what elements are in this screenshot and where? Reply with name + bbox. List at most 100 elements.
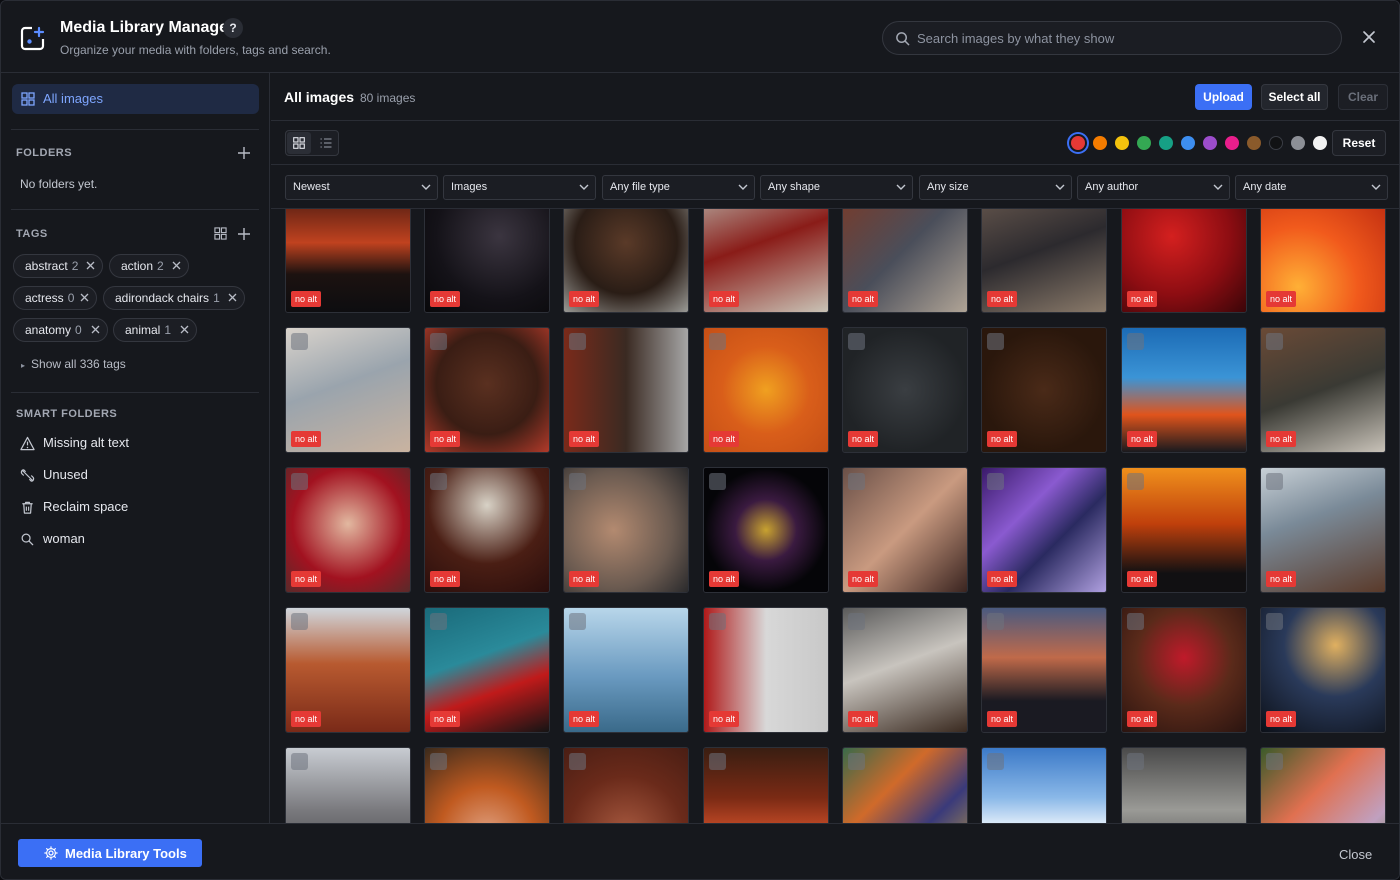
image-tile[interactable]: no alt [563, 327, 689, 453]
select-checkbox[interactable] [569, 333, 586, 350]
tag-grid-icon[interactable] [214, 227, 227, 240]
image-tile[interactable]: no alt [1121, 209, 1247, 313]
help-button[interactable]: ? [223, 18, 243, 38]
select-checkbox[interactable] [1127, 333, 1144, 350]
select-checkbox[interactable] [848, 473, 865, 490]
close-icon[interactable] [1359, 27, 1379, 47]
image-tile[interactable]: no alt [981, 607, 1107, 733]
image-tile[interactable]: no alt [424, 327, 550, 453]
reset-button[interactable]: Reset [1332, 130, 1386, 156]
color-swatch[interactable] [1247, 136, 1261, 150]
select-checkbox[interactable] [848, 613, 865, 630]
select-checkbox[interactable] [709, 333, 726, 350]
remove-tag-icon[interactable] [80, 293, 89, 302]
add-tag-icon[interactable] [237, 227, 251, 241]
list-view-button[interactable] [315, 132, 337, 154]
color-swatch[interactable] [1159, 136, 1173, 150]
smart-folder-unused[interactable]: Unused [20, 466, 250, 486]
remove-tag-icon[interactable] [86, 261, 95, 270]
select-checkbox[interactable] [987, 613, 1004, 630]
image-tile[interactable]: no alt [424, 607, 550, 733]
image-tile[interactable] [285, 747, 411, 823]
clear-button[interactable]: Clear [1338, 84, 1388, 110]
color-swatch[interactable] [1115, 136, 1129, 150]
image-tile[interactable] [1121, 747, 1247, 823]
select-checkbox[interactable] [430, 333, 447, 350]
image-tile[interactable]: no alt [1260, 467, 1386, 593]
image-tile[interactable]: no alt [1260, 607, 1386, 733]
image-tile[interactable]: no alt [842, 607, 968, 733]
add-folder-icon[interactable] [237, 146, 251, 160]
shape-select[interactable]: Any shape [760, 175, 913, 200]
image-tile[interactable]: no alt [1121, 607, 1247, 733]
smart-folder-missing-alt[interactable]: Missing alt text [20, 434, 250, 454]
image-tile[interactable]: no alt [424, 467, 550, 593]
tag-chip[interactable]: abstract 2 [13, 254, 103, 278]
image-tile[interactable]: no alt [424, 209, 550, 313]
color-swatch[interactable] [1269, 136, 1283, 150]
color-swatch[interactable] [1093, 136, 1107, 150]
image-tile[interactable] [981, 747, 1107, 823]
tag-chip[interactable]: action 2 [109, 254, 189, 278]
media-type-select[interactable]: Images [443, 175, 596, 200]
image-tile[interactable]: no alt [285, 607, 411, 733]
image-tile[interactable]: no alt [703, 327, 829, 453]
image-tile[interactable]: no alt [1260, 327, 1386, 453]
image-tile[interactable] [563, 747, 689, 823]
image-tile[interactable]: no alt [703, 467, 829, 593]
tag-chip[interactable]: anatomy 0 [13, 318, 108, 342]
image-tile[interactable] [842, 747, 968, 823]
select-checkbox[interactable] [291, 333, 308, 350]
color-swatch[interactable] [1181, 136, 1195, 150]
image-tile[interactable]: no alt [703, 209, 829, 313]
image-tile[interactable]: no alt [563, 209, 689, 313]
tag-chip[interactable]: actress 0 [13, 286, 97, 310]
image-tile[interactable] [424, 747, 550, 823]
select-checkbox[interactable] [569, 473, 586, 490]
select-checkbox[interactable] [291, 753, 308, 770]
remove-tag-icon[interactable] [172, 261, 181, 270]
select-checkbox[interactable] [709, 613, 726, 630]
smart-folder-reclaim-space[interactable]: Reclaim space [20, 498, 250, 518]
remove-tag-icon[interactable] [91, 325, 100, 334]
smart-folder-woman[interactable]: woman [20, 530, 250, 550]
select-checkbox[interactable] [1266, 333, 1283, 350]
select-checkbox[interactable] [987, 473, 1004, 490]
image-tile[interactable]: no alt [285, 209, 411, 313]
image-tile[interactable]: no alt [842, 209, 968, 313]
image-tile[interactable] [703, 747, 829, 823]
select-checkbox[interactable] [430, 753, 447, 770]
image-tile[interactable]: no alt [842, 327, 968, 453]
sort-select[interactable]: Newest [285, 175, 438, 200]
select-checkbox[interactable] [291, 613, 308, 630]
image-tile[interactable]: no alt [285, 467, 411, 593]
select-checkbox[interactable] [430, 613, 447, 630]
color-swatch[interactable] [1137, 136, 1151, 150]
select-checkbox[interactable] [987, 753, 1004, 770]
image-tile[interactable]: no alt [563, 607, 689, 733]
select-checkbox[interactable] [1266, 473, 1283, 490]
remove-tag-icon[interactable] [228, 293, 237, 302]
remove-tag-icon[interactable] [180, 325, 189, 334]
select-checkbox[interactable] [1266, 753, 1283, 770]
tag-chip[interactable]: animal 1 [113, 318, 197, 342]
color-swatch[interactable] [1225, 136, 1239, 150]
image-tile[interactable]: no alt [563, 467, 689, 593]
select-all-button[interactable]: Select all [1261, 84, 1328, 110]
select-checkbox[interactable] [709, 753, 726, 770]
search-input[interactable] [917, 22, 1327, 54]
select-checkbox[interactable] [1127, 613, 1144, 630]
size-select[interactable]: Any size [919, 175, 1072, 200]
select-checkbox[interactable] [1266, 613, 1283, 630]
image-tile[interactable]: no alt [285, 327, 411, 453]
author-select[interactable]: Any author [1077, 175, 1230, 200]
select-checkbox[interactable] [709, 473, 726, 490]
image-tile[interactable]: no alt [1260, 209, 1386, 313]
search-box[interactable] [882, 21, 1342, 55]
image-tile[interactable] [1260, 747, 1386, 823]
tag-chip[interactable]: adirondack chairs 1 [103, 286, 245, 310]
image-tile[interactable]: no alt [981, 209, 1107, 313]
color-swatch[interactable] [1313, 136, 1327, 150]
color-swatch[interactable] [1291, 136, 1305, 150]
select-checkbox[interactable] [569, 753, 586, 770]
